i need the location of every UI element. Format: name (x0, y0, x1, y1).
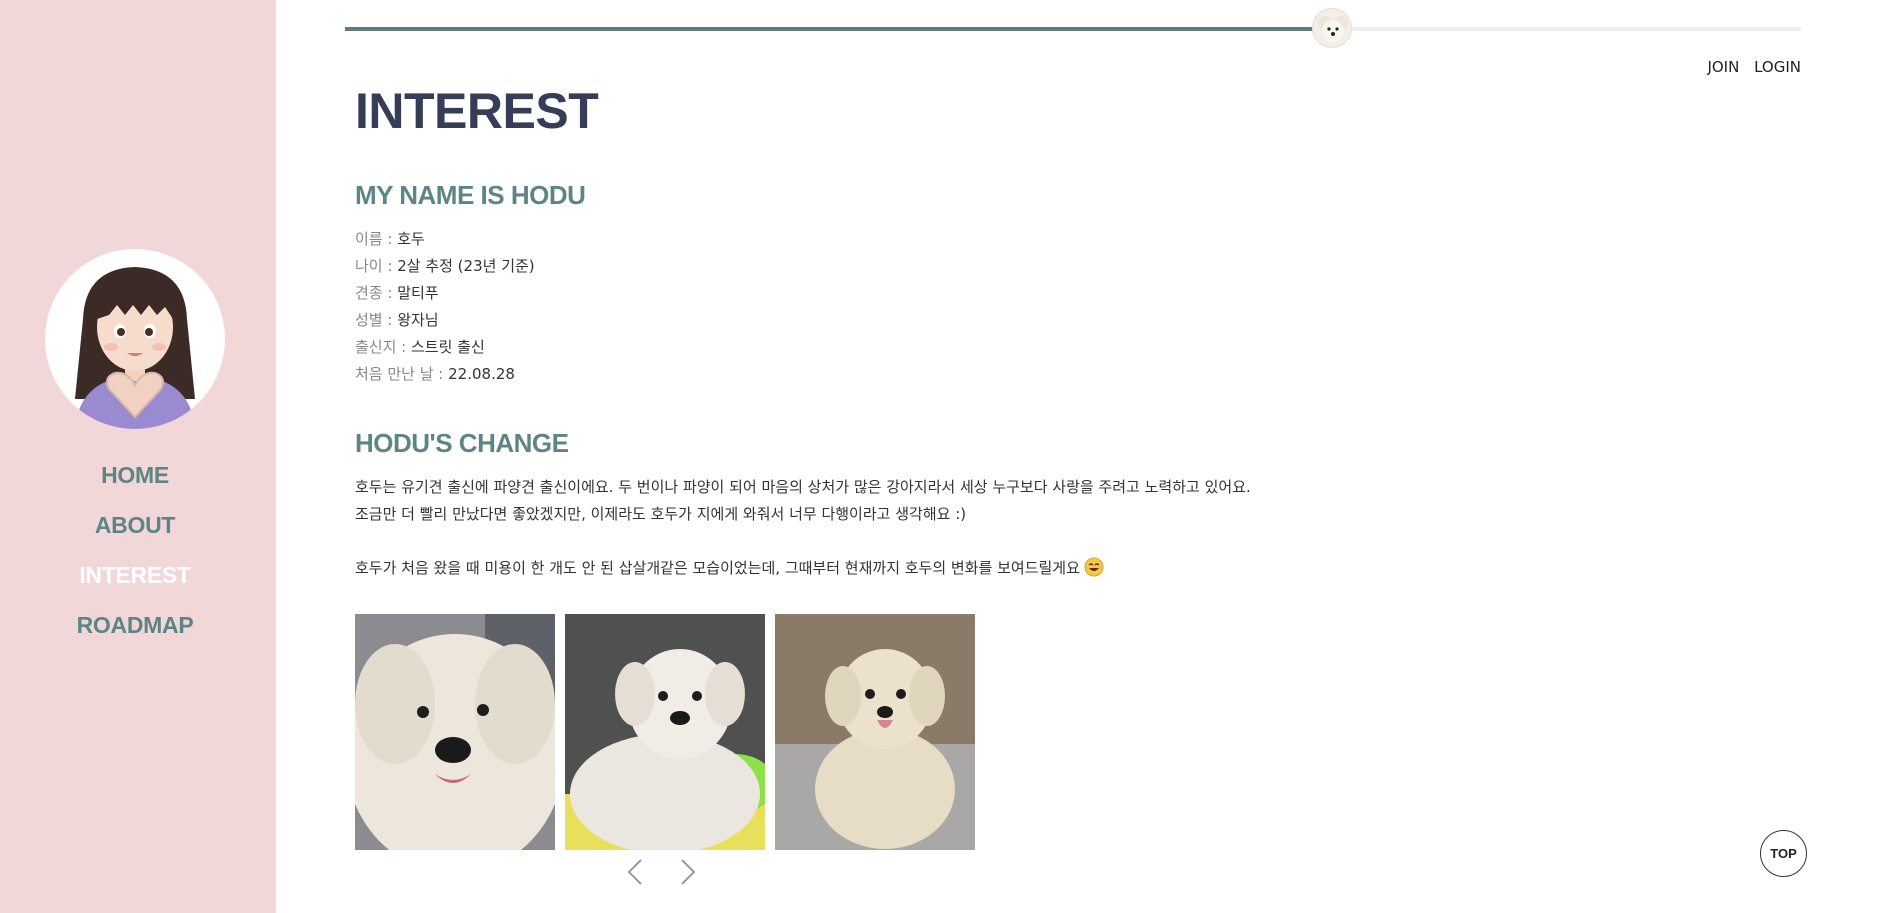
info-name: 이름 : 호두 (355, 230, 425, 248)
login-link[interactable]: LOGIN (1754, 58, 1801, 76)
gallery-next-arrow-icon[interactable] (676, 858, 700, 886)
change-text-line1: 호두는 유기견 출신에 파양견 출신이에요. 두 번이나 파양이 되어 마음의 … (355, 478, 1251, 496)
info-age: 나이 : 2살 추정 (23년 기준) (355, 257, 535, 275)
profile-info-list: 이름 : 호두 나이 : 2살 추정 (23년 기준) 견종 : 말티푸 성별 … (355, 228, 535, 390)
change-text-line2: 조금만 더 빨리 만났다면 좋았겠지만, 이제라도 호두가 지에게 와줘서 너무… (355, 505, 967, 523)
change-text-line3: 호두가 처음 왔을 때 미용이 한 개도 안 된 삽살개같은 모습이었는데, 그… (355, 559, 1080, 577)
nav-interest[interactable]: INTEREST (0, 560, 270, 610)
gallery-prev-arrow-icon[interactable] (623, 858, 647, 886)
scroll-progress-fill (345, 27, 1332, 31)
hodu-photo-sitting[interactable] (775, 614, 975, 850)
progress-dog-icon (1312, 8, 1352, 48)
scroll-top-button[interactable]: TOP (1760, 830, 1807, 877)
nav-roadmap[interactable]: ROADMAP (0, 610, 270, 660)
nav-home[interactable]: HOME (0, 460, 270, 510)
nav-about[interactable]: ABOUT (0, 510, 270, 560)
change-text-line3-wrap: 호두가 처음 왔을 때 미용이 한 개도 안 된 삽살개같은 모습이었는데, 그… (355, 555, 1104, 582)
info-first-met: 처음 만난 날 : 22.08.28 (355, 365, 515, 383)
laughing-emoji-icon (1084, 557, 1104, 577)
page-title: INTEREST (355, 83, 599, 139)
info-gender: 성별 : 왕자님 (355, 311, 439, 329)
hodu-photo-lying[interactable] (565, 614, 765, 850)
auth-links: JOIN LOGIN (1697, 58, 1801, 76)
profile-heading: MY NAME IS HODU (355, 180, 586, 210)
info-origin: 출신지 : 스트릿 출신 (355, 338, 485, 356)
info-breed: 견종 : 말티푸 (355, 284, 439, 302)
main-nav: HOME ABOUT INTEREST ROADMAP (0, 460, 270, 660)
scroll-progress-bar (345, 8, 1801, 48)
hodu-photo-closeup[interactable] (355, 614, 555, 850)
profile-avatar (45, 249, 225, 429)
sidebar: HOME ABOUT INTEREST ROADMAP (0, 0, 276, 913)
change-heading: HODU'S CHANGE (355, 428, 569, 458)
join-link[interactable]: JOIN (1707, 58, 1739, 76)
